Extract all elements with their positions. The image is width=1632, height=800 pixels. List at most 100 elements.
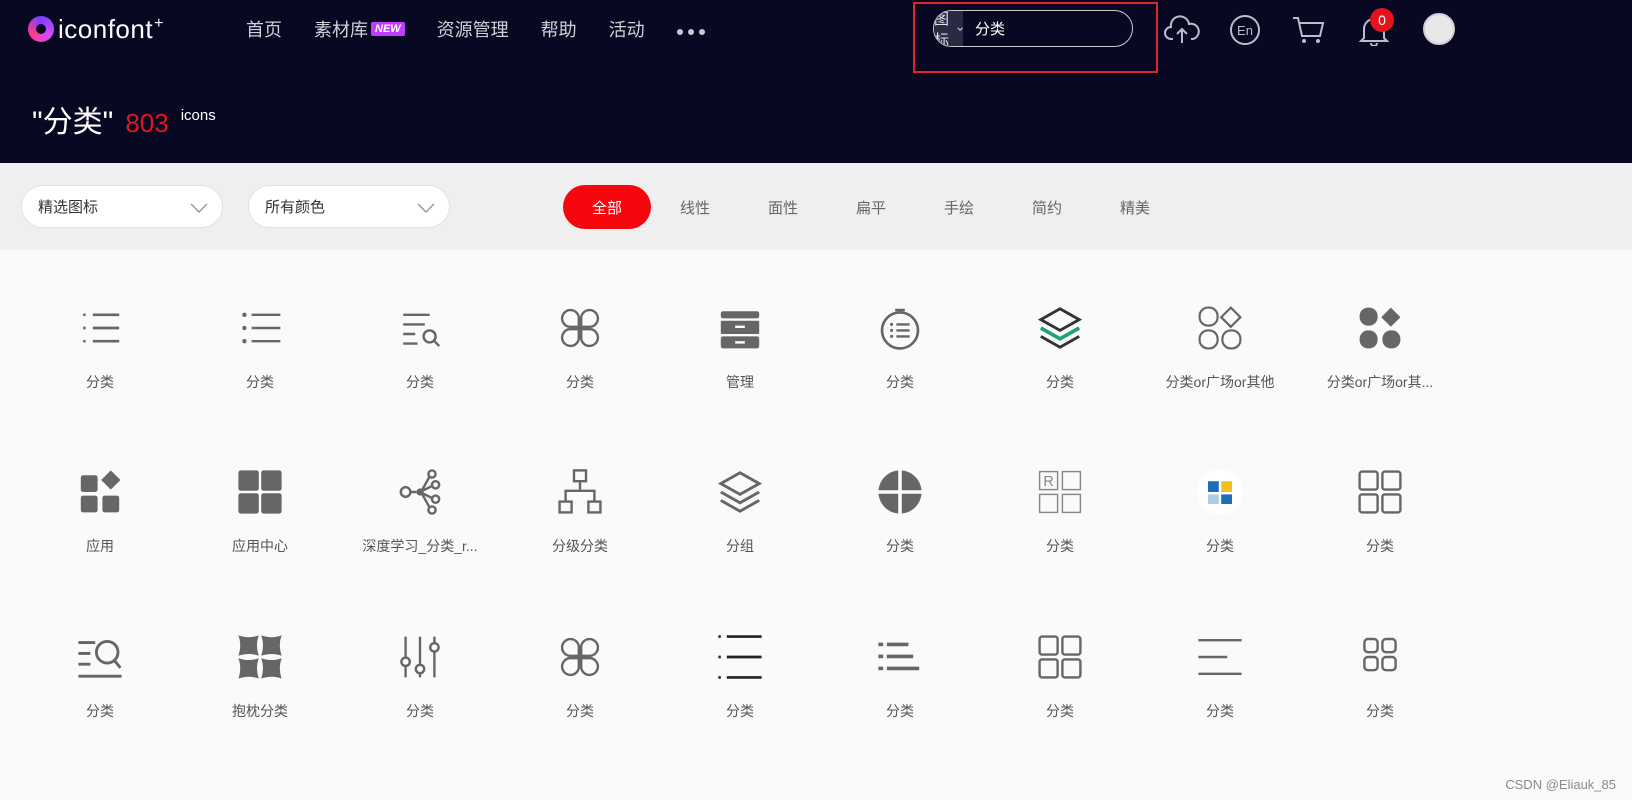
network-icon [394, 466, 446, 518]
icon-card[interactable]: 分类 [500, 302, 660, 432]
iconfont-logo[interactable]: iconfont + [28, 12, 163, 46]
icon-label: 分类 [566, 374, 594, 390]
nav-resources[interactable]: 资源管理 [437, 16, 509, 42]
icon-label: 应用 [86, 538, 114, 554]
list-zoom-icon [74, 631, 126, 683]
icon-quality-select[interactable]: 精选图标 [21, 185, 223, 228]
icon-card[interactable]: 分类 [500, 631, 660, 761]
icon-card[interactable]: 分类 [820, 466, 980, 596]
icon-label: 分类 [246, 374, 274, 390]
pie-quarters-icon [874, 466, 926, 518]
search-type-dropdown[interactable]: 图标 [934, 11, 964, 46]
nav-home[interactable]: 首页 [246, 16, 282, 42]
grid-outline-icon [1354, 466, 1406, 518]
icon-card[interactable]: 分类 [1140, 466, 1300, 596]
icon-card[interactable]: 应用中心 [180, 466, 340, 596]
cabinet-icon [714, 302, 766, 354]
tab-exquisite[interactable]: 精美 [1091, 185, 1179, 229]
header: iconfont + 首页 素材库NEW 资源管理 帮助 活动 图标 En 0 … [0, 0, 1632, 163]
nav-label: 素材库 [314, 20, 368, 40]
icon-label: 分类 [1366, 703, 1394, 719]
nav-library[interactable]: 素材库 NEW [314, 16, 405, 42]
result-query: "分类" [32, 106, 114, 139]
tab-flat[interactable]: 扁平 [827, 185, 915, 229]
cart-icon[interactable] [1288, 10, 1328, 50]
list-search-icon [394, 302, 446, 354]
grid-small-icon [1354, 631, 1406, 683]
circle-list-icon [874, 302, 926, 354]
icon-card[interactable]: 应用 [20, 466, 180, 596]
search-bar: 图标 [933, 10, 1133, 47]
icon-card[interactable]: 分类 [1140, 631, 1300, 761]
icon-card[interactable]: 分级分类 [500, 466, 660, 596]
icon-card[interactable]: 分类 [820, 302, 980, 432]
icon-label: 分类 [726, 703, 754, 719]
icon-card[interactable]: 分组 [660, 466, 820, 596]
icon-label: 分类 [1206, 538, 1234, 554]
icon-card[interactable]: 管理 [660, 302, 820, 432]
main-nav: 首页 素材库 NEW 资源管理 帮助 活动 [246, 16, 705, 42]
more-icon[interactable] [676, 29, 705, 35]
icon-card[interactable]: 分类 [20, 631, 180, 761]
select-value: 精选图标 [38, 199, 99, 216]
filter-bar: 精选图标 所有颜色 全部 线性 面性 扁平 手绘 简约 精美 [0, 163, 1632, 250]
tab-handdrawn[interactable]: 手绘 [915, 185, 1003, 229]
icon-label: 分类 [1366, 538, 1394, 554]
nav-label: 活动 [608, 20, 645, 40]
icon-label: 分类 [1206, 703, 1234, 719]
color-select[interactable]: 所有颜色 [248, 185, 450, 228]
watermark: CSDN @Eliauk_85 [1505, 777, 1616, 792]
icon-card[interactable]: 分类 [20, 302, 180, 432]
grid-diamond-outline-icon [1194, 302, 1246, 354]
icon-card[interactable]: R 分类 [980, 466, 1140, 596]
new-badge: NEW [371, 22, 405, 36]
icon-label: 分级分类 [552, 538, 608, 554]
icon-card[interactable]: 抱枕分类 [180, 631, 340, 761]
tab-surface[interactable]: 面性 [739, 185, 827, 229]
pillow-grid-icon [234, 631, 286, 683]
icon-card[interactable]: 分类 [820, 631, 980, 761]
lines-icon [1194, 631, 1246, 683]
four-petal-icon [554, 302, 606, 354]
select-value: 所有颜色 [265, 199, 326, 216]
icon-label: 分类 [1046, 538, 1074, 554]
search-input[interactable] [963, 11, 1132, 46]
icon-label: 分类 [86, 374, 114, 390]
notification-bell-icon[interactable]: 0 [1354, 8, 1394, 50]
language-en-icon[interactable]: En [1225, 10, 1265, 50]
svg-text:En: En [1237, 23, 1253, 38]
list-bold-icon [714, 631, 766, 683]
icon-card[interactable]: 分类 [1300, 466, 1460, 596]
icon-label: 分类 [86, 703, 114, 719]
chevron-down-icon [417, 203, 435, 214]
icon-label: 分类 [1046, 374, 1074, 390]
icon-card[interactable]: 分类 [340, 631, 500, 761]
icon-card[interactable]: 深度学习_分类_r... [340, 466, 500, 596]
upload-cloud-icon[interactable] [1162, 10, 1202, 50]
result-unit: icons [180, 107, 216, 124]
icon-label: 分类or广场or其他 [1165, 374, 1275, 390]
icon-card[interactable]: 分类 [340, 302, 500, 432]
icon-label: 管理 [726, 374, 754, 390]
icon-label: 分类 [1046, 703, 1074, 719]
icon-card[interactable]: 分类 [660, 631, 820, 761]
icon-label: 深度学习_分类_r... [362, 538, 478, 554]
tab-simple[interactable]: 简约 [1003, 185, 1091, 229]
tab-linear[interactable]: 线性 [651, 185, 739, 229]
logo-mark-icon [28, 16, 54, 42]
icon-card[interactable]: 分类or广场or其他 [1140, 302, 1300, 432]
grid-diamond-filled-icon [1354, 302, 1406, 354]
icon-card[interactable]: 分类 [180, 302, 340, 432]
color-blocks-icon [1194, 466, 1246, 518]
avatar[interactable] [1423, 13, 1455, 45]
tab-all[interactable]: 全部 [563, 185, 651, 229]
icon-card[interactable]: 分类or广场or其... [1300, 302, 1460, 432]
icon-card[interactable]: 分类 [980, 302, 1140, 432]
nav-activity[interactable]: 活动 [609, 16, 645, 42]
icon-card[interactable]: 分类 [1300, 631, 1460, 761]
nav-help[interactable]: 帮助 [541, 16, 577, 42]
icon-card[interactable]: 分类 [980, 631, 1140, 761]
style-tabs: 全部 线性 面性 扁平 手绘 简约 精美 [563, 185, 1179, 229]
nav-label: 帮助 [540, 20, 577, 40]
icon-label: 分类 [886, 538, 914, 554]
